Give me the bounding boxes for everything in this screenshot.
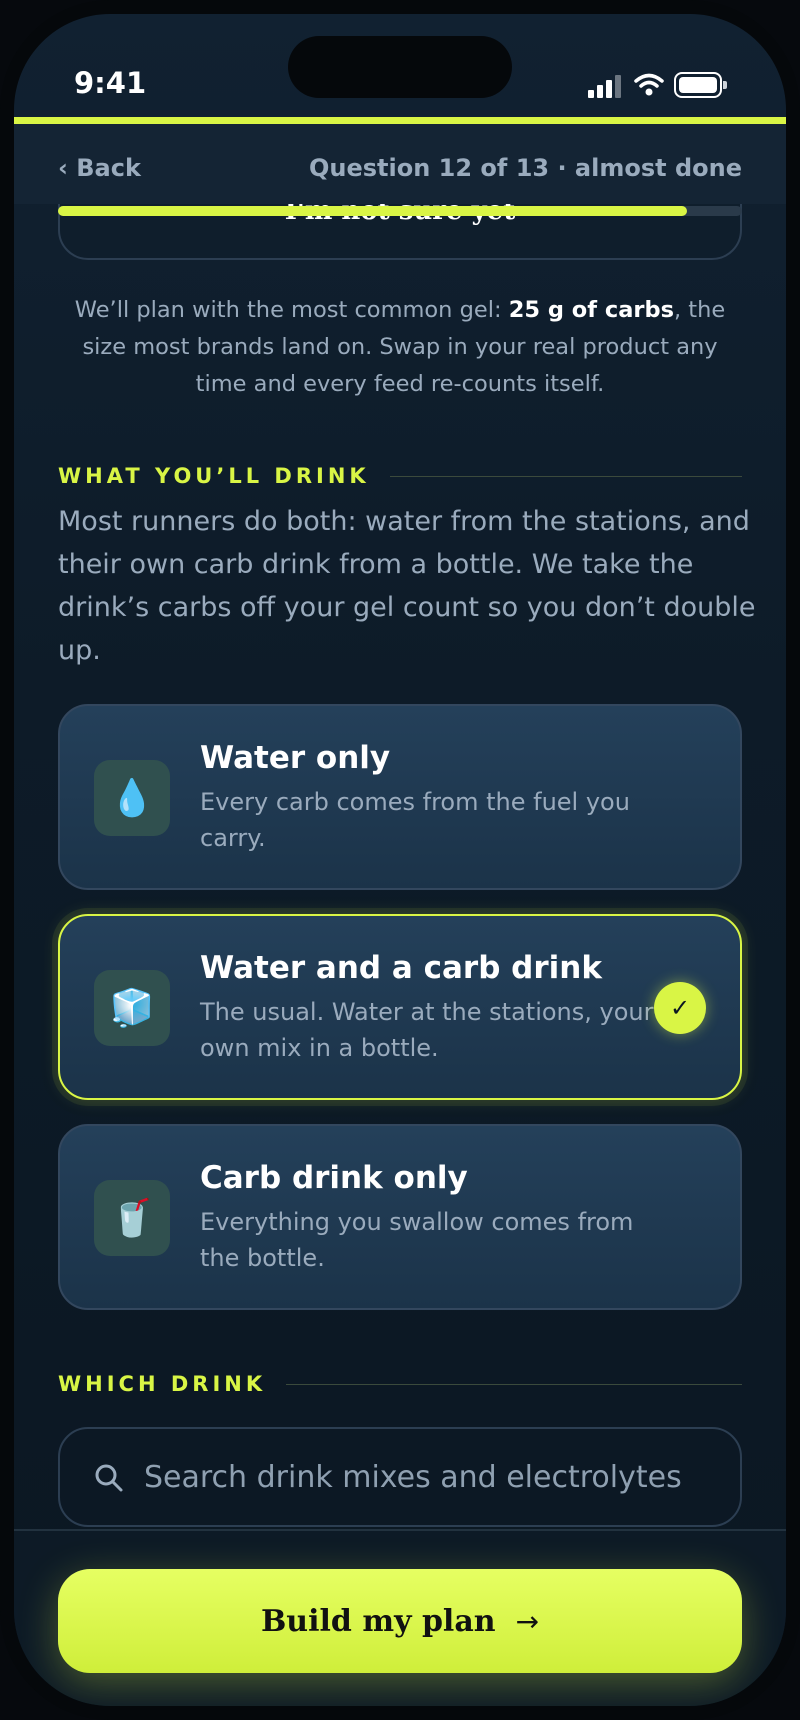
section-divider <box>286 1383 742 1385</box>
selected-check-icon: ✓ <box>654 982 706 1034</box>
cup-with-straw-icon: 🥤 <box>94 1180 170 1256</box>
section-divider <box>389 475 742 477</box>
drink-search-input[interactable] <box>144 1429 724 1525</box>
phone-frame: 9:41 ‹ Back Question 12 of 13 · almost d… <box>0 0 800 1720</box>
build-plan-button[interactable]: Build my plan → <box>58 1569 742 1673</box>
option-description: Everything you swallow comes from the bo… <box>200 1208 634 1272</box>
screen: 9:41 ‹ Back Question 12 of 13 · almost d… <box>14 14 786 1706</box>
gel-note-text: We’ll plan with the most common gel: <box>74 297 509 323</box>
status-bar: 9:41 <box>14 14 786 114</box>
drink-option-water-and-carb[interactable]: 🧊 Water and a carb drink The usual. Wate… <box>58 914 742 1100</box>
progress-bar <box>58 206 742 216</box>
build-plan-label: Build my plan <box>260 1603 496 1639</box>
drink-search-box[interactable] <box>58 1427 742 1527</box>
cellular-signal-icon <box>588 74 622 98</box>
drink-section-heading: WHAT YOU’LL DRINK <box>58 461 742 491</box>
drink-option-water-only[interactable]: 💧 Water only Every carb comes from the f… <box>58 704 742 890</box>
gel-note-carbs: 25 g of carbs <box>508 297 674 323</box>
water-drop-icon: 💧 <box>94 760 170 836</box>
which-drink-heading: WHICH DRINK <box>58 1369 742 1399</box>
drink-section-label: WHAT YOU’LL DRINK <box>58 464 370 488</box>
wifi-icon <box>634 72 664 98</box>
footer: Build my plan → <box>14 1529 786 1706</box>
drink-option-carb-only[interactable]: 🥤 Carb drink only Everything you swallow… <box>58 1124 742 1310</box>
battery-icon <box>674 72 727 98</box>
status-time: 9:41 <box>74 66 147 100</box>
ice-cube-icon: 🧊 <box>94 970 170 1046</box>
gel-note: We’ll plan with the most common gel: 25 … <box>58 292 742 403</box>
quiz-header: ‹ Back Question 12 of 13 · almost done <box>14 124 786 216</box>
accent-line <box>14 117 786 124</box>
which-drink-label: WHICH DRINK <box>58 1372 267 1396</box>
back-button[interactable]: ‹ Back <box>58 154 141 182</box>
option-title: Carb drink only <box>200 1160 468 1196</box>
arrow-right-icon: → <box>515 1604 540 1638</box>
question-counter: Question 12 of 13 · almost done <box>308 154 742 182</box>
option-description: Every carb comes from the fuel you carry… <box>200 788 630 852</box>
option-title: Water only <box>200 740 391 776</box>
progress-fill <box>58 206 688 216</box>
option-description: The usual. Water at the stations, your o… <box>200 998 654 1062</box>
search-icon <box>95 1464 123 1492</box>
option-title: Water and a carb drink <box>200 950 602 986</box>
scroll-content[interactable]: I'm not sure yet We’ll plan with the mos… <box>14 204 786 1544</box>
drink-intro: Most runners do both: water from the sta… <box>58 506 756 666</box>
dynamic-island <box>288 36 512 98</box>
